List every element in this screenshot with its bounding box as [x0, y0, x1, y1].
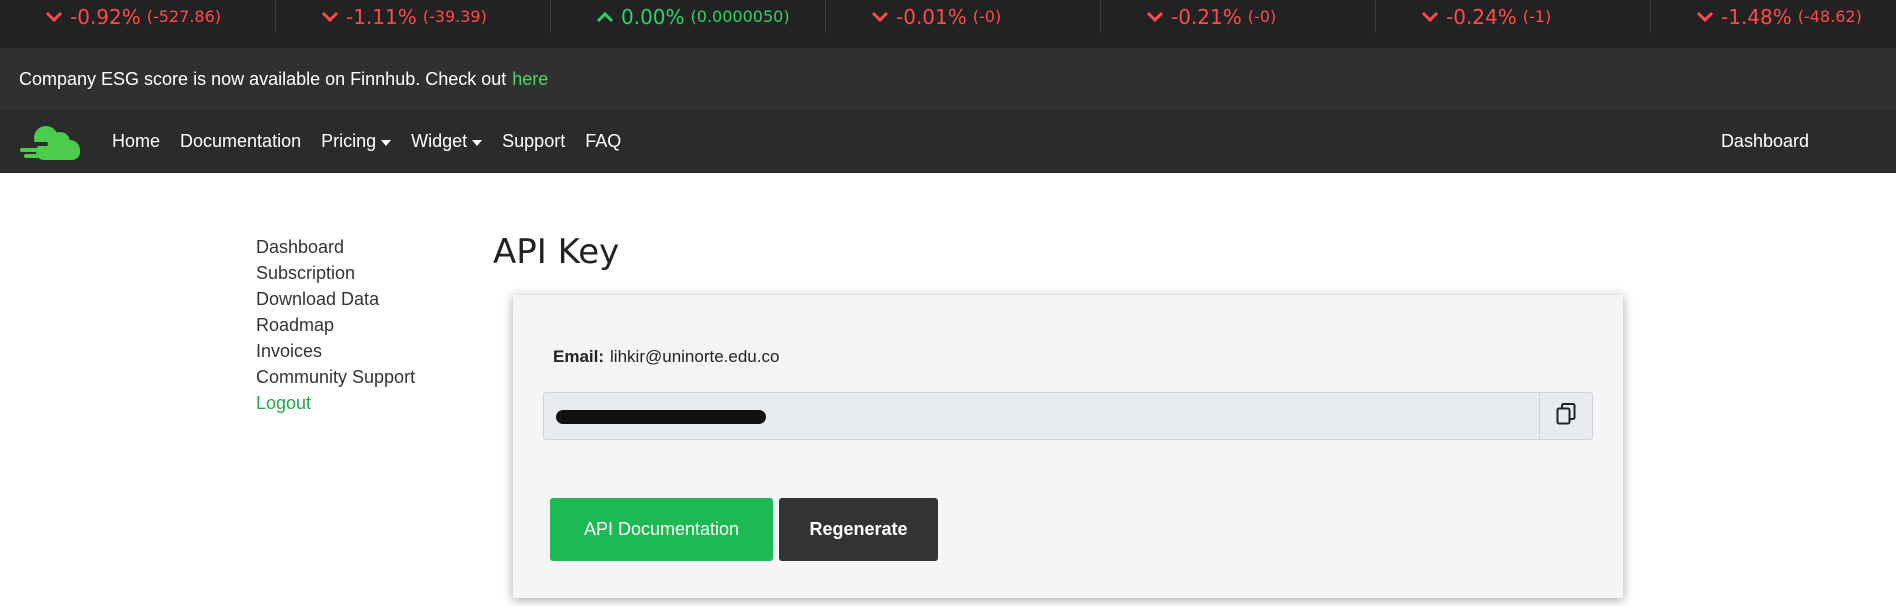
- announcement-text: Company ESG score is now available on Fi…: [19, 68, 507, 89]
- chevron-down-icon: [320, 10, 340, 24]
- nav-dashboard[interactable]: Dashboard: [1721, 131, 1809, 152]
- nav-support[interactable]: Support: [502, 131, 565, 152]
- chevron-down-icon: [1420, 10, 1440, 24]
- ticker-item[interactable]: -0.24% (-1): [1375, 0, 1650, 33]
- ticker-change: (-0): [972, 7, 1002, 26]
- stock-ticker-bar: -0.92% (-527.86) -1.11% (-39.39) 0.00% (…: [0, 0, 1896, 48]
- nav-faq[interactable]: FAQ: [585, 131, 621, 152]
- nav-widget-dropdown[interactable]: Widget: [411, 131, 483, 152]
- nav-pricing-label: Pricing: [321, 131, 377, 151]
- api-key-group: [543, 392, 1593, 440]
- ticker-percent: -0.01%: [896, 4, 967, 29]
- ticker-change: (-1): [1522, 7, 1552, 26]
- ticker-change: (-39.39): [422, 7, 487, 26]
- sidebar-item-download-data[interactable]: Download Data: [256, 286, 415, 312]
- caret-down-icon: [472, 139, 483, 146]
- ticker-item[interactable]: -0.92% (-527.86): [0, 0, 275, 33]
- email-value: lihkir@uninorte.edu.co: [610, 347, 780, 366]
- nav-documentation[interactable]: Documentation: [180, 131, 301, 152]
- ticker-change: (-527.86): [146, 7, 222, 26]
- redaction-mark: [556, 410, 766, 424]
- ticker-item[interactable]: 0.00% (0.0000050): [550, 0, 825, 33]
- ticker-percent: -0.92%: [70, 4, 141, 29]
- page-title: API Key: [493, 232, 620, 272]
- ticker-item[interactable]: -1.11% (-39.39): [275, 0, 550, 33]
- nav-pricing-dropdown[interactable]: Pricing: [321, 131, 392, 152]
- nav-home[interactable]: Home: [112, 131, 160, 152]
- sidebar-item-dashboard[interactable]: Dashboard: [256, 234, 415, 260]
- caret-down-icon: [381, 139, 392, 146]
- copy-button[interactable]: [1539, 392, 1593, 440]
- chevron-up-icon: [595, 10, 615, 24]
- ticker-percent: -0.24%: [1446, 4, 1517, 29]
- api-key-card: Email: lihkir@uninorte.edu.co API Documen…: [513, 295, 1623, 598]
- sidebar-item-community-support[interactable]: Community Support: [256, 364, 415, 390]
- chevron-down-icon: [1145, 10, 1165, 24]
- nav-widget-label: Widget: [411, 131, 468, 151]
- announcement-link[interactable]: here: [512, 69, 548, 90]
- sidebar-item-subscription[interactable]: Subscription: [256, 260, 415, 286]
- ticker-item[interactable]: -0.01% (-0): [825, 0, 1100, 33]
- main-navbar: Home Documentation Pricing Widget Suppor…: [0, 110, 1896, 173]
- sidebar-item-logout[interactable]: Logout: [256, 390, 415, 416]
- regenerate-button[interactable]: Regenerate: [779, 498, 938, 561]
- sidebar-item-invoices[interactable]: Invoices: [256, 338, 415, 364]
- ticker-percent: -0.21%: [1171, 4, 1242, 29]
- ticker-percent: 0.00%: [621, 4, 685, 29]
- chevron-down-icon: [870, 10, 890, 24]
- announcement-banner: Company ESG score is now available on Fi…: [0, 48, 1896, 110]
- ticker-change: (-0): [1247, 7, 1277, 26]
- api-key-field[interactable]: [543, 392, 1539, 440]
- chevron-down-icon: [44, 10, 64, 24]
- ticker-percent: -1.11%: [346, 4, 417, 29]
- ticker-change: (-48.62): [1797, 7, 1862, 26]
- ticker-item[interactable]: -0.21% (-0): [1100, 0, 1375, 33]
- ticker-percent: -1.48%: [1721, 4, 1792, 29]
- chevron-down-icon: [1695, 10, 1715, 24]
- sidebar-item-roadmap[interactable]: Roadmap: [256, 312, 415, 338]
- api-documentation-button[interactable]: API Documentation: [550, 498, 773, 561]
- ticker-change: (0.0000050): [690, 7, 790, 26]
- account-sidebar: Dashboard Subscription Download Data Roa…: [256, 234, 415, 416]
- ticker-item[interactable]: -1.48% (-48.62): [1650, 0, 1896, 33]
- cloud-logo-icon[interactable]: [20, 120, 82, 164]
- copy-icon: [1556, 403, 1576, 429]
- email-row: Email: lihkir@uninorte.edu.co: [553, 347, 779, 367]
- email-label: Email:: [553, 347, 605, 366]
